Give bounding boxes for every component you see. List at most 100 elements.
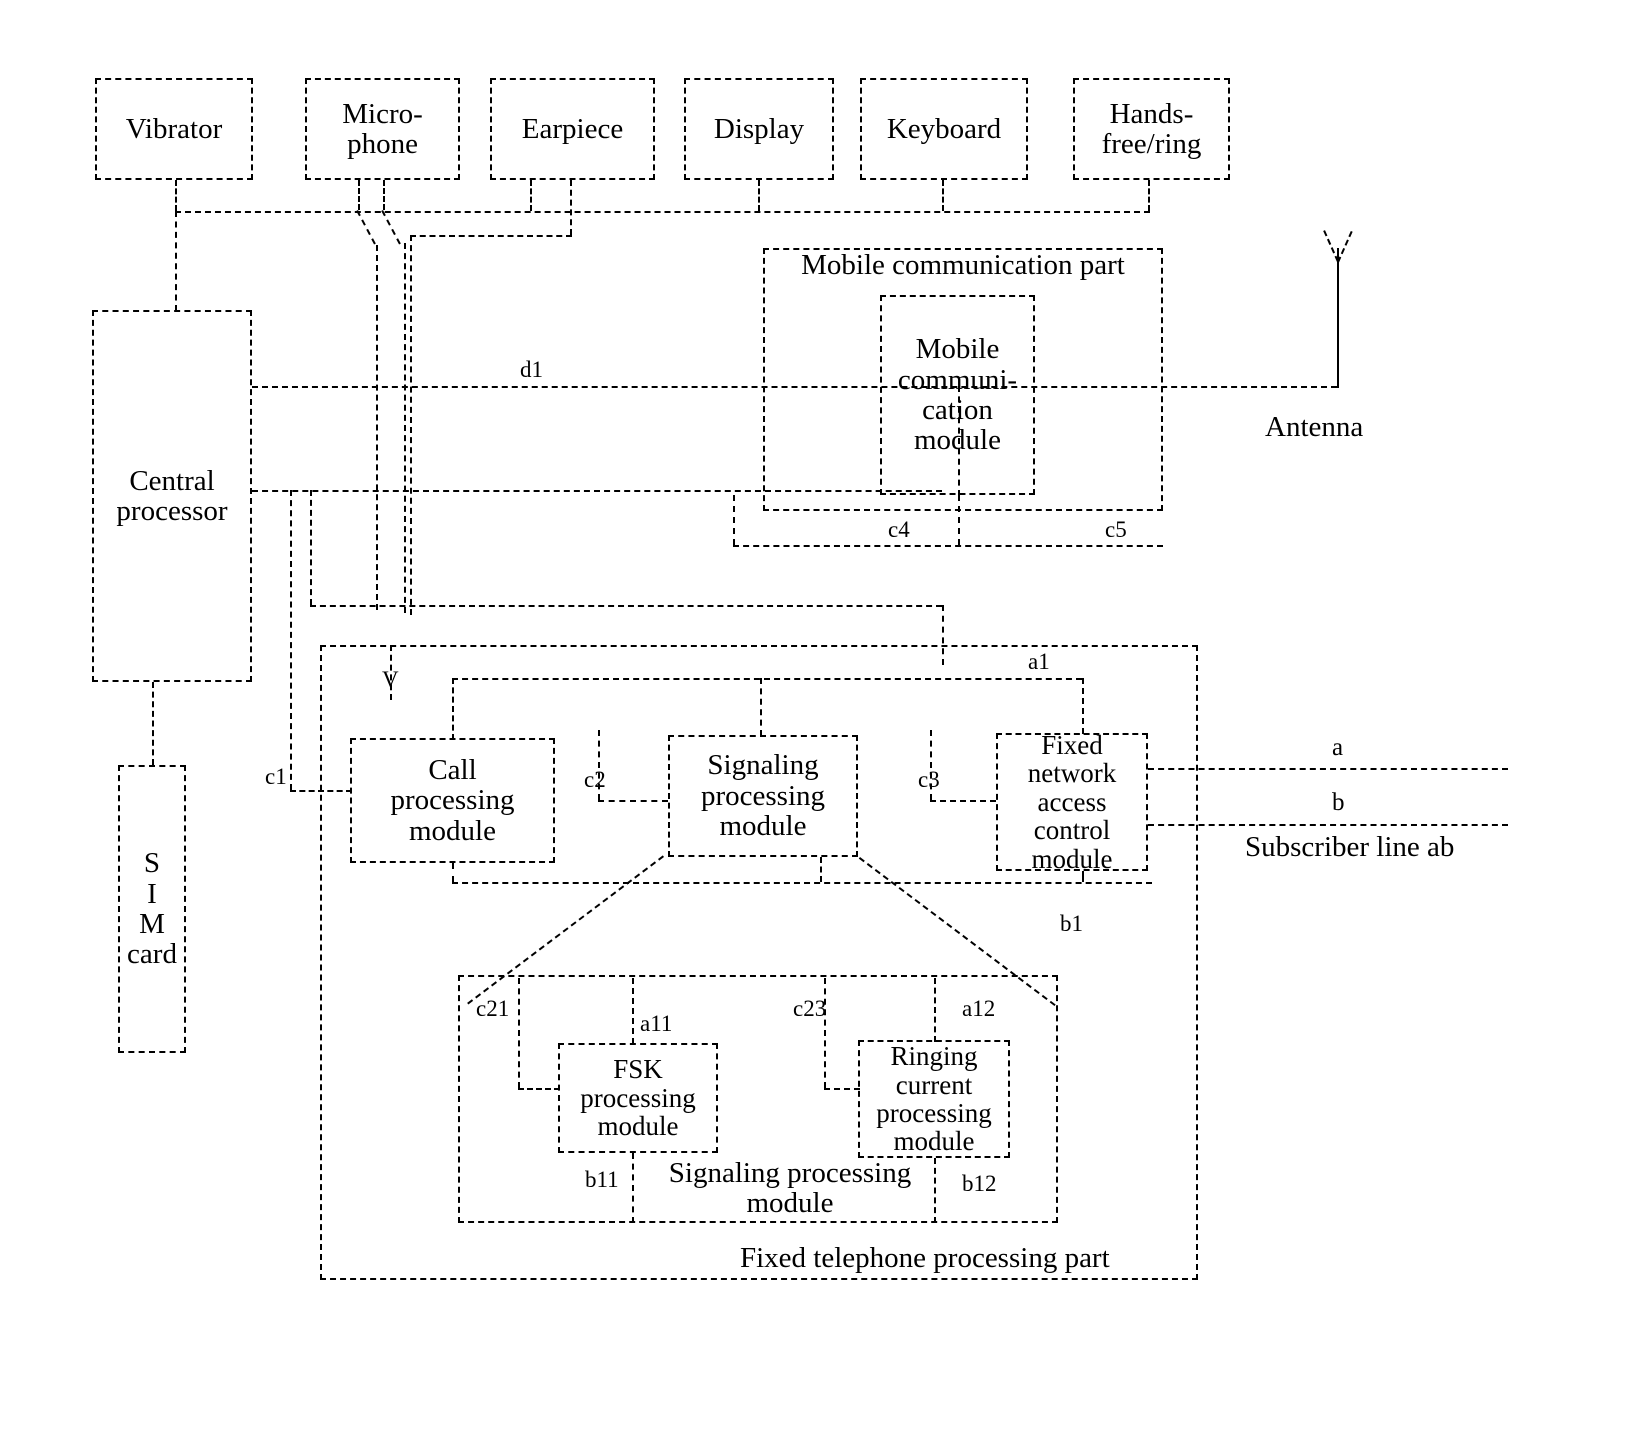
call-processing-module-label: Call processing module [390,753,515,847]
conn-fixed-top-to-call [452,678,454,740]
conn-earpiece-drop-a [530,180,532,211]
ref-a11: a11 [640,1011,673,1036]
conn-c23-link [824,1088,860,1090]
conn-microphone-cross-b [381,210,401,245]
conn-fixed-top-to-signaling [760,678,762,736]
bus-cpu-mid [252,490,942,492]
ref-c23: c23 [793,996,827,1021]
bus-peripheral-top [175,211,1150,213]
conn-c21-drop [518,978,520,1088]
peripheral-box-earpiece: Earpiece [490,78,655,180]
conn-handsfree-drop [1148,180,1150,211]
central-processor-label: Central processor [116,464,228,527]
peripheral-box-display: Display [684,78,834,180]
conn-call-to-bottom [452,863,454,882]
conn-b12-drop [934,1158,936,1223]
sim-card-label: S I M card [127,847,177,971]
conn-microphone-down-b [404,243,406,613]
conn-microphone-drop-b [383,180,385,210]
fixed-network-access-control-module-label: Fixed network access control module [1027,730,1117,874]
ref-d1: d1 [520,357,543,382]
conn-fnac-to-bottom [1082,871,1084,882]
signaling-processing-module-label: Signaling processing module [700,749,826,843]
ref-b11: b11 [585,1167,619,1192]
ref-b12: b12 [962,1171,997,1196]
bus-d1 [252,386,1337,388]
conn-a12-drop [934,978,936,1042]
conn-microphone-cross-a [356,210,376,245]
peripheral-box-vibrator: Vibrator [95,78,253,180]
ringing-current-processing-module-label: Ringing current processing module [876,1041,992,1157]
conn-vibrator-drop [175,180,177,211]
conn-c1-to-call [290,790,352,792]
conn-cpu-to-sim [152,682,154,765]
conn-microphone-drop-a [358,180,360,210]
conn-mobile-lower-left [733,495,735,545]
conn-signaling-to-bottom [820,857,822,882]
peripheral-label-keyboard: Keyboard [886,112,1002,145]
conn-bus-to-cpu [175,211,177,311]
peripheral-label-handsfree: Hands- free/ring [1101,97,1202,160]
ref-a1: a1 [1028,649,1050,674]
peripheral-box-keyboard: Keyboard [860,78,1028,180]
ref-v: V [382,667,399,692]
ref-a: a [1332,734,1344,761]
peripheral-label-display: Display [713,112,805,145]
antenna-whisker-left [1337,230,1353,263]
conn-c3-link [930,800,996,802]
conn-c4-drop [958,495,960,545]
conn-display-drop [758,180,760,211]
ref-b: b [1332,789,1345,816]
ref-c21: c21 [476,996,510,1021]
conn-earpiece-drop-b [570,180,572,235]
peripheral-box-microphone: Micro- phone [305,78,460,180]
fixed-network-access-control-module-box: Fixed network access control module [996,730,1148,874]
central-processor-box: Central processor [92,310,252,682]
bus-fixed-top [452,678,1082,680]
conn-c21-link [518,1088,560,1090]
fixed-telephone-processing-part-label: Fixed telephone processing part [740,1242,1110,1274]
conn-c2-link [598,800,668,802]
bus-mobile-lower [733,545,1163,547]
sim-card-box: S I M card [118,765,186,1053]
bus-cpu-lower [310,605,942,607]
conn-a11-drop [632,978,634,1044]
conn-cpu-lower-right [942,605,944,665]
call-processing-module-box: Call processing module [350,738,555,863]
ref-c3: c3 [918,767,940,792]
conn-c1-down [290,490,292,790]
conn-c23-drop [824,978,826,1088]
ref-c4: c4 [888,517,910,542]
ringing-current-processing-module-box: Ringing current processing module [858,1040,1010,1158]
ref-b1: b1 [1060,911,1083,936]
ref-c2: c2 [584,767,606,792]
ref-c1: c1 [265,764,287,789]
signaling-detail-group-label: Signaling processing module [668,1157,912,1220]
subscriber-line-b [1148,824,1508,826]
peripheral-label-vibrator: Vibrator [125,112,223,145]
antenna-whisker-right [1323,230,1339,262]
ref-a12: a12 [962,996,996,1021]
antenna-label: Antenna [1265,411,1364,443]
subscriber-line-label: Subscriber line ab [1245,831,1455,863]
conn-earpiece-branch-down [410,235,412,615]
conn-fixed-top-to-fnac [1082,678,1084,734]
mobile-communication-part-label: Mobile communication part [801,249,1125,281]
conn-microphone-down [376,245,378,610]
antenna-mast [1337,248,1339,388]
peripheral-label-earpiece: Earpiece [521,112,624,145]
diagram-canvas: Vibrator Micro- phone Earpiece Display K… [0,0,1631,1429]
conn-b11-drop [632,1153,634,1223]
subscriber-line-a [1148,768,1508,770]
conn-keyboard-drop [942,180,944,211]
conn-d1-to-module [958,386,960,496]
signaling-processing-module-box: Signaling processing module [668,735,858,857]
conn-cpu-lower-left [310,490,312,605]
peripheral-label-microphone: Micro- phone [342,97,423,160]
bus-fixed-bottom [452,882,1152,884]
bus-earpiece-branch [410,235,572,237]
peripheral-box-handsfree: Hands- free/ring [1073,78,1230,180]
ref-c5: c5 [1105,517,1127,542]
fsk-processing-module-box: FSK processing module [558,1043,718,1153]
fsk-processing-module-label: FSK processing module [580,1054,696,1142]
